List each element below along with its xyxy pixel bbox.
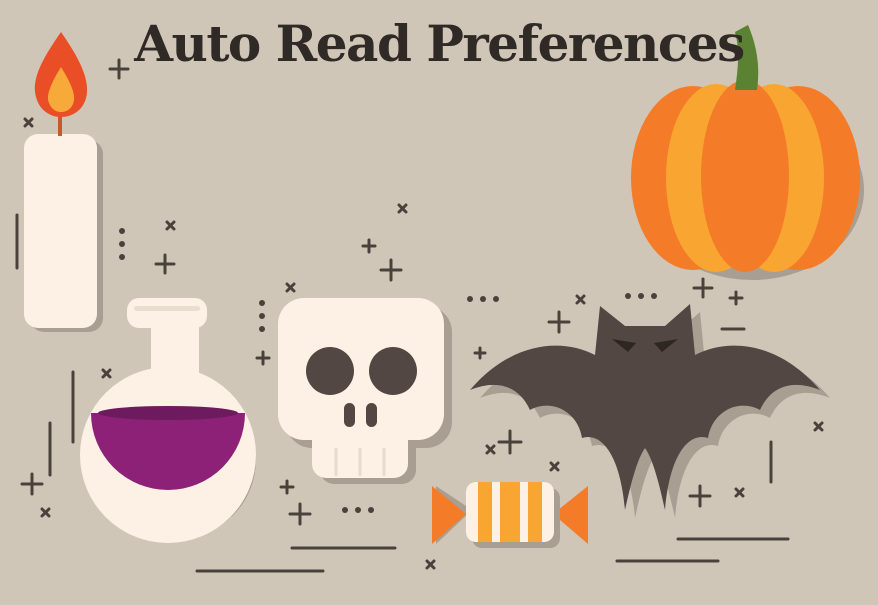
potion-flask-icon [80,298,256,543]
candle-icon [24,32,103,332]
candy-icon [432,482,588,548]
page-title: Auto Read Preferences [134,14,745,73]
illustration-canvas: Auto Read Preferences [0,0,878,605]
halloween-illustration [15,25,864,573]
skull-icon [278,298,452,484]
